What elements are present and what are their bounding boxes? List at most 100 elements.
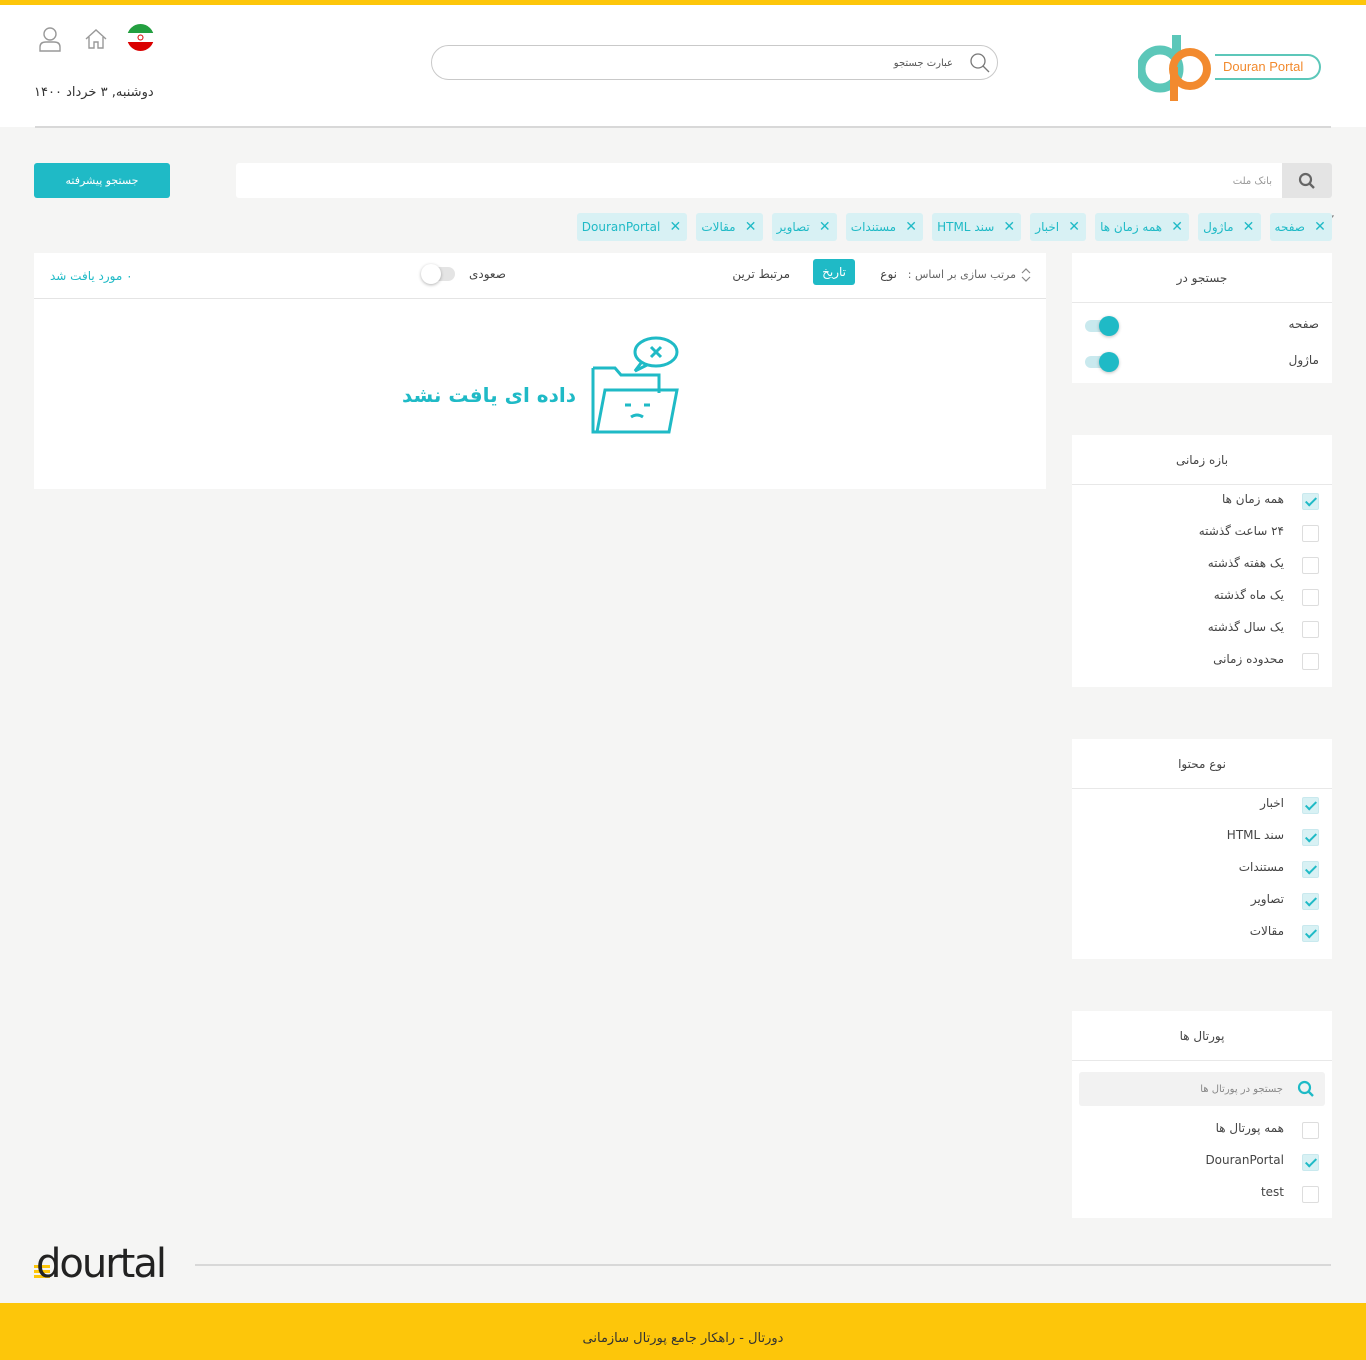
advanced-search-button[interactable]: جستجو پیشرفته bbox=[34, 163, 170, 198]
option-toggle[interactable] bbox=[1085, 316, 1119, 336]
search-icon[interactable] bbox=[969, 52, 991, 74]
checkbox[interactable] bbox=[1302, 925, 1319, 942]
ascending-toggle[interactable] bbox=[421, 264, 455, 284]
content-type-option[interactable]: اخبار bbox=[1072, 789, 1332, 821]
close-icon[interactable]: ✕ bbox=[1170, 219, 1184, 235]
close-icon[interactable]: ✕ bbox=[1067, 219, 1081, 235]
time-range-panel: بازه زمانی همه زمان ها ۲۴ ساعت گذشته یک هف… bbox=[1072, 435, 1332, 687]
search-in-option[interactable]: صفحه bbox=[1072, 308, 1332, 344]
portal-option[interactable]: test bbox=[1072, 1178, 1332, 1210]
header-search-input[interactable] bbox=[493, 53, 953, 73]
checkbox[interactable] bbox=[1302, 525, 1319, 542]
time-range-option[interactable]: یک سال گذشته bbox=[1072, 613, 1332, 645]
close-icon[interactable]: ✕ bbox=[1242, 219, 1256, 235]
filter-chip-label: همه زمان ها bbox=[1100, 220, 1163, 234]
checkbox[interactable] bbox=[1302, 797, 1319, 814]
dourtal-logo[interactable]: dourtal bbox=[34, 1241, 178, 1281]
user-icon[interactable] bbox=[38, 26, 62, 52]
option-toggle[interactable] bbox=[1085, 352, 1119, 372]
filter-chip[interactable]: ✕ DouranPortal bbox=[576, 213, 688, 241]
checkbox[interactable] bbox=[1302, 493, 1319, 510]
option-label: ۲۴ ساعت گذشته bbox=[1198, 524, 1284, 538]
sort-option-relevant[interactable]: مرتبط ترین bbox=[732, 267, 790, 281]
header-search[interactable] bbox=[431, 45, 998, 80]
filter-chip-label: مستندات bbox=[850, 220, 897, 234]
checkbox[interactable] bbox=[1302, 1154, 1319, 1171]
empty-folder-icon bbox=[591, 336, 679, 434]
sort-option-date[interactable]: تاریخ bbox=[813, 259, 855, 285]
content-type-option[interactable]: مقالات bbox=[1072, 917, 1332, 949]
option-label: test bbox=[1260, 1185, 1284, 1199]
content-type-option[interactable]: سند HTML bbox=[1072, 821, 1332, 853]
option-label: همه زمان ها bbox=[1221, 492, 1284, 506]
checkbox[interactable] bbox=[1302, 653, 1319, 670]
checkbox[interactable] bbox=[1302, 861, 1319, 878]
filter-chip-label: DouranPortal bbox=[581, 220, 661, 234]
portal-option[interactable]: همه پورتال ها bbox=[1072, 1114, 1332, 1146]
close-icon[interactable]: ✕ bbox=[1002, 219, 1016, 235]
portal-search-input[interactable] bbox=[1103, 1080, 1283, 1098]
main-search-input[interactable] bbox=[372, 171, 1272, 191]
current-date: دوشنبه, ۳ خرداد ۱۴۰۰ bbox=[34, 85, 154, 100]
filter-chip[interactable]: ✕ اخبار bbox=[1030, 213, 1087, 241]
option-label: مقالات bbox=[1249, 924, 1284, 938]
results-panel: مرتب سازی بر اساس : نوع تاریخ مرتبط ترین… bbox=[34, 253, 1046, 489]
footer-divider bbox=[195, 1264, 1331, 1266]
portal-option[interactable]: DouranPortal bbox=[1072, 1146, 1332, 1178]
checkbox[interactable] bbox=[1302, 829, 1319, 846]
checkbox[interactable] bbox=[1302, 893, 1319, 910]
close-icon[interactable]: ✕ bbox=[904, 219, 918, 235]
time-range-option[interactable]: یک ماه گذشته bbox=[1072, 581, 1332, 613]
search-in-panel: جستجو در صفحه ماژول bbox=[1072, 253, 1332, 383]
time-range-option[interactable]: همه زمان ها bbox=[1072, 485, 1332, 517]
panel-title: بازه زمانی bbox=[1072, 435, 1332, 485]
douran-logo-icon[interactable] bbox=[1138, 33, 1214, 103]
close-icon[interactable]: ✕ bbox=[744, 219, 758, 235]
filter-chip[interactable]: ✕ صفحه bbox=[1269, 213, 1332, 241]
filter-chip[interactable]: ✕ مستندات bbox=[845, 213, 924, 241]
time-range-option[interactable]: ۲۴ ساعت گذشته bbox=[1072, 517, 1332, 549]
close-icon[interactable]: ✕ bbox=[1313, 219, 1327, 235]
search-icon[interactable] bbox=[1297, 1080, 1315, 1098]
checkbox[interactable] bbox=[1302, 557, 1319, 574]
option-label: مستندات bbox=[1238, 860, 1284, 874]
filter-chip[interactable]: ✕ ماژول bbox=[1198, 213, 1261, 241]
ascending-label: صعودی bbox=[469, 267, 506, 281]
content-type-option[interactable]: مستندات bbox=[1072, 853, 1332, 885]
filter-chip[interactable]: ✕ مقالات bbox=[696, 213, 763, 241]
checkbox[interactable] bbox=[1302, 621, 1319, 638]
content-type-panel: نوع محتوا اخبار سند HTML مستندات تصاویر مقال… bbox=[1072, 739, 1332, 959]
option-label: یک سال گذشته bbox=[1207, 620, 1284, 634]
checkbox[interactable] bbox=[1302, 589, 1319, 606]
time-range-option[interactable]: یک هفته گذشته bbox=[1072, 549, 1332, 581]
option-label: صفحه bbox=[1288, 317, 1319, 331]
sort-icon bbox=[1021, 268, 1031, 282]
option-label: تصاویر bbox=[1250, 892, 1284, 906]
close-icon[interactable]: ✕ bbox=[668, 219, 682, 235]
main-search-button[interactable] bbox=[1282, 163, 1332, 198]
search-in-option[interactable]: ماژول bbox=[1072, 344, 1332, 380]
checkbox[interactable] bbox=[1302, 1122, 1319, 1139]
home-icon[interactable] bbox=[84, 27, 108, 51]
sort-option-type[interactable]: نوع bbox=[880, 267, 897, 281]
time-range-option[interactable]: محدوده زمانی bbox=[1072, 645, 1332, 677]
option-label: ماژول bbox=[1288, 353, 1319, 367]
checkbox[interactable] bbox=[1302, 1186, 1319, 1203]
option-label: یک هفته گذشته bbox=[1207, 556, 1284, 570]
close-icon[interactable]: ✕ bbox=[818, 219, 832, 235]
panel-title: جستجو در bbox=[1072, 253, 1332, 303]
panel-title: پورتال ها bbox=[1072, 1011, 1332, 1061]
option-label: اخبار bbox=[1260, 796, 1284, 810]
filter-chip[interactable]: ✕ سند HTML bbox=[932, 213, 1022, 241]
iran-flag-icon[interactable] bbox=[127, 24, 154, 51]
content-type-option[interactable]: تصاویر bbox=[1072, 885, 1332, 917]
main-search-bar[interactable] bbox=[236, 163, 1332, 198]
results-toolbar: مرتب سازی بر اساس : نوع تاریخ مرتبط ترین… bbox=[34, 253, 1046, 299]
filter-chip-label: صفحه bbox=[1274, 220, 1305, 234]
filter-chip[interactable]: ✕ همه زمان ها bbox=[1095, 213, 1190, 241]
option-label: محدوده زمانی bbox=[1213, 652, 1284, 666]
logo-text[interactable]: Douran Portal bbox=[1215, 54, 1321, 80]
filter-chip[interactable]: ✕ تصاویر bbox=[771, 213, 837, 241]
portal-search[interactable] bbox=[1079, 1072, 1325, 1106]
panel-title: نوع محتوا bbox=[1072, 739, 1332, 789]
